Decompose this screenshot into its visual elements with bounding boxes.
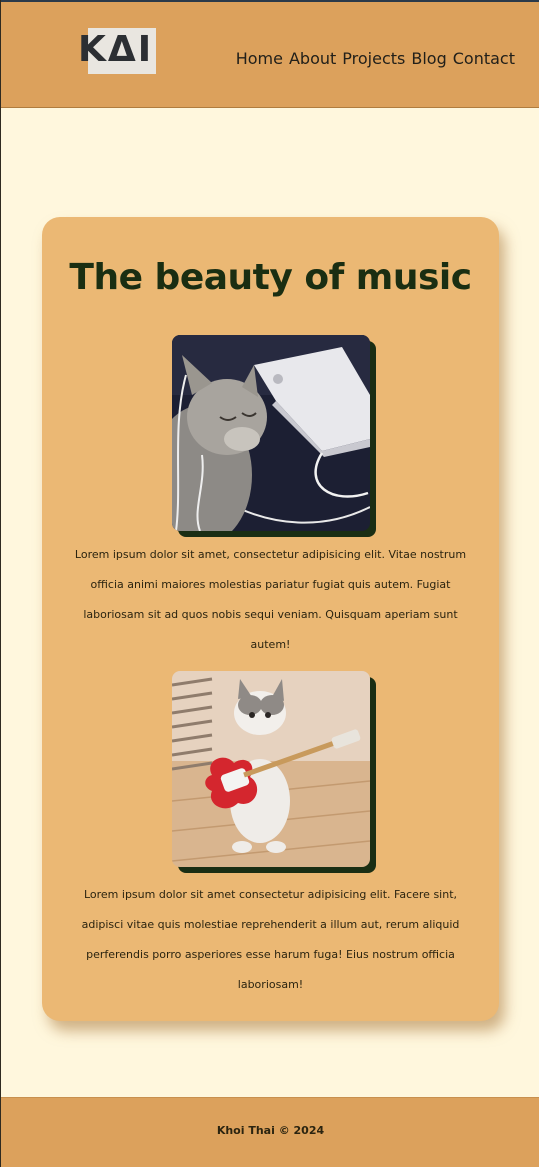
cat-guitar-figure xyxy=(172,671,376,873)
section-1-text: Lorem ipsum dolor sit amet, consectetur … xyxy=(74,548,467,651)
site-footer: Khoi Thai © 2024 xyxy=(1,1097,539,1167)
logo-text: KΔI xyxy=(78,29,154,70)
content-card: The beauty of music Lorem ipsum dolor si… xyxy=(42,217,499,1021)
cat-headphones-image xyxy=(172,335,370,531)
site-header: KΔI Home About Projects Blog Contact xyxy=(1,0,539,108)
nav-home-link[interactable]: Home xyxy=(236,49,283,68)
cat-headphones-figure xyxy=(172,335,376,537)
nav-contact-link[interactable]: Contact xyxy=(453,49,515,68)
page-title: The beauty of music xyxy=(69,257,472,298)
nav-about-link[interactable]: About xyxy=(289,49,336,68)
copyright-text: Khoi Thai © 2024 xyxy=(216,1124,325,1137)
cat-guitar-image xyxy=(172,671,370,867)
nav-blog-link[interactable]: Blog xyxy=(411,49,446,68)
nav-projects-link[interactable]: Projects xyxy=(342,49,405,68)
main-nav: Home About Projects Blog Contact xyxy=(236,49,515,68)
section-2-text: Lorem ipsum dolor sit amet consectetur a… xyxy=(81,888,460,991)
site-logo[interactable]: KΔI xyxy=(78,26,160,78)
